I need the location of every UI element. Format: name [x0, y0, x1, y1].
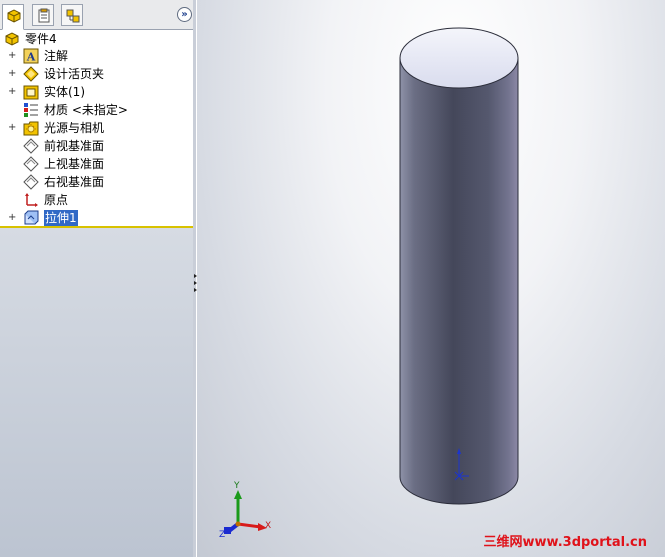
tree-item-extrude1[interactable]: + 拉伸1	[0, 209, 193, 227]
configuration-manager-icon	[66, 9, 80, 23]
tree-item-label: 设计活页夹	[44, 67, 105, 81]
tree-item-top-plane[interactable]: 上视基准面	[0, 155, 193, 173]
collapse-panel-button[interactable]: »	[177, 7, 192, 22]
tree-item-solid-bodies[interactable]: + 实体(1)	[0, 83, 193, 101]
plane-icon	[23, 138, 39, 154]
tree-item-lights-cameras[interactable]: + 光源与相机	[0, 119, 193, 137]
tree-item-label: 材质 <未指定>	[44, 103, 128, 117]
cylinder-body[interactable]	[399, 57, 519, 505]
tab-feature-manager[interactable]	[2, 4, 24, 30]
graphics-viewport[interactable]: Y X Z 三维网www.3dportal.cn	[197, 0, 665, 557]
tree-item-label: 右视基准面	[44, 175, 105, 189]
tree-item-label: 实体(1)	[44, 85, 85, 99]
tree-item-design-binder[interactable]: + 设计活页夹	[0, 65, 193, 83]
part-name-label: 零件4	[25, 32, 57, 46]
tree-item-origin[interactable]: 原点	[0, 191, 193, 209]
cylinder-top-face[interactable]	[399, 27, 519, 89]
expand-icon[interactable]: +	[8, 87, 16, 97]
tree-item-material[interactable]: 材质 <未指定>	[0, 101, 193, 119]
tree-item-right-plane[interactable]: 右视基准面	[0, 173, 193, 191]
model-view[interactable]	[197, 0, 665, 557]
reference-triad	[224, 490, 267, 534]
feature-manager-empty-area	[0, 228, 193, 557]
plane-icon	[23, 174, 39, 190]
plane-icon	[23, 156, 39, 172]
tree-root-part[interactable]: 零件4	[0, 30, 193, 48]
manager-tab-bar: »	[0, 0, 196, 30]
extrude-icon	[24, 210, 39, 225]
tree-item-label: 原点	[44, 193, 69, 207]
tree-item-label: 前视基准面	[44, 139, 105, 153]
expand-icon[interactable]: +	[8, 123, 16, 133]
expand-icon[interactable]: +	[8, 69, 16, 79]
design-binder-icon	[23, 66, 39, 82]
tree-item-front-plane[interactable]: 前视基准面	[0, 137, 193, 155]
svg-text:A: A	[26, 51, 36, 64]
expand-icon[interactable]: +	[8, 213, 16, 223]
tab-property-manager[interactable]	[32, 4, 54, 26]
solid-bodies-icon	[23, 85, 39, 100]
site-watermark: 三维网www.3dportal.cn	[483, 535, 647, 550]
property-manager-icon	[38, 8, 50, 23]
part-icon	[5, 32, 19, 46]
tab-configuration-manager[interactable]	[61, 4, 83, 26]
feature-tree: 零件4 + A 注解 + 设计活页夹 + 实体(1) 材质 <未指定> + 光源…	[0, 30, 193, 228]
material-icon	[24, 103, 38, 117]
feature-manager-icon	[7, 9, 21, 23]
triad-y-label: Y	[234, 481, 240, 491]
tree-item-label: 拉伸1	[44, 210, 78, 226]
feature-manager-panel: » 零件4 + A 注解 + 设计活页夹 + 实体(1) 材质 <未指定> + …	[0, 0, 196, 557]
lights-cameras-icon	[23, 121, 39, 136]
expand-icon[interactable]: +	[8, 51, 16, 61]
origin-icon	[25, 193, 38, 207]
triad-x-label: X	[265, 521, 272, 531]
tree-item-annotations[interactable]: + A 注解	[0, 47, 193, 65]
triad-z-label: Z	[219, 530, 226, 540]
tree-item-label: 光源与相机	[44, 121, 105, 135]
annotations-icon: A	[23, 48, 39, 64]
tree-item-label: 上视基准面	[44, 157, 105, 171]
tree-item-label: 注解	[44, 49, 69, 63]
